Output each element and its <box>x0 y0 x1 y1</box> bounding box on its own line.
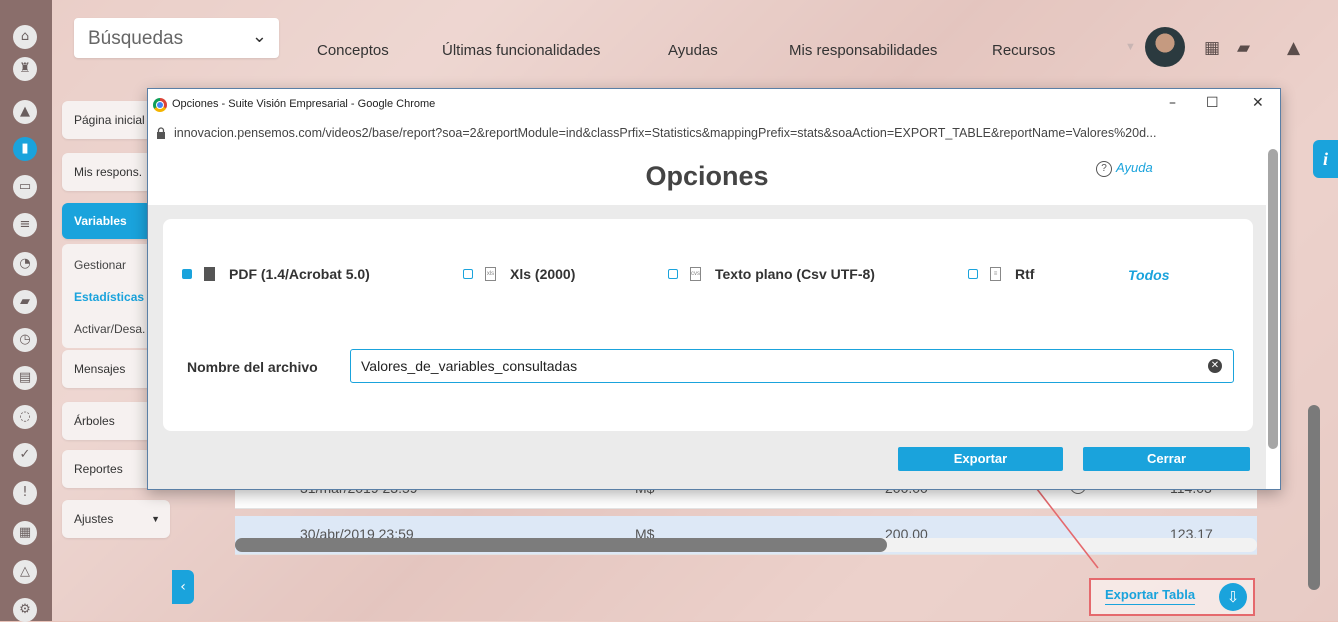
options-card: PDF (1.4/Acrobat 5.0) xls Xls (2000) cvs… <box>163 219 1253 431</box>
pie-icon[interactable]: ◔ <box>13 252 37 276</box>
home-icon[interactable]: ⌂ <box>13 25 37 49</box>
close-button[interactable]: Cerrar <box>1083 447 1250 471</box>
chrome-icon <box>153 98 167 112</box>
address-bar[interactable]: innovacion.pensemos.com/videos2/base/rep… <box>148 121 1280 147</box>
minimize-icon[interactable]: – <box>1169 95 1176 111</box>
help-link[interactable]: ? Ayuda <box>1096 160 1153 177</box>
triangle-network-icon[interactable]: △ <box>13 560 37 584</box>
pyramid-icon[interactable]: ▲ <box>13 100 37 124</box>
export-table-button[interactable]: Exportar Tabla ⇩ <box>1089 578 1255 616</box>
format-label-rtf: Rtf <box>1015 266 1035 282</box>
dialog-content: Opciones ? Ayuda PDF (1.4/Acrobat 5.0) xl… <box>148 147 1266 489</box>
format-label-xls: Xls (2000) <box>510 266 576 282</box>
check-icon[interactable]: ✓ <box>13 443 37 467</box>
sidebar-item-mensajes[interactable]: Mensajes <box>62 350 152 388</box>
warning-icon[interactable]: ! <box>13 481 37 505</box>
submenu-gestionar[interactable]: Gestionar <box>74 258 126 272</box>
nav-ultimas-funcionalidades[interactable]: Últimas funcionalidades <box>442 42 600 59</box>
cycle-icon[interactable]: ◌ <box>13 405 37 429</box>
books-icon[interactable]: ▰ <box>1237 38 1250 58</box>
dialog-header: Opciones ? Ayuda <box>148 147 1266 205</box>
nav-conceptos[interactable]: Conceptos <box>317 42 389 59</box>
checkbox-xls[interactable] <box>463 269 473 279</box>
tower-icon[interactable]: ♜ <box>13 57 37 81</box>
top-navigation: Búsquedas ⌄ Conceptos Últimas funcionali… <box>52 0 1338 90</box>
clock-icon[interactable]: ◷ <box>13 328 37 352</box>
chart-icon[interactable]: ▮ <box>13 137 37 161</box>
format-option-xls[interactable]: xls Xls (2000) <box>463 266 575 282</box>
list-icon[interactable]: ≡ <box>13 213 37 237</box>
maximize-icon[interactable]: ☐ <box>1206 95 1219 111</box>
recursos-caret-icon: ▼ <box>1125 41 1136 53</box>
sidebar-item-ajustes[interactable]: Ajustes ▼ <box>62 500 170 538</box>
checkbox-rtf[interactable] <box>968 269 978 279</box>
horizontal-scrollbar-thumb[interactable] <box>235 538 887 552</box>
popup-scrollbar[interactable] <box>1268 149 1278 449</box>
format-option-csv[interactable]: cvs Texto plano (Csv UTF-8) <box>668 266 875 282</box>
monitor-icon[interactable]: ▭ <box>13 175 37 199</box>
submenu-activar-desactivar[interactable]: Activar/Desa. <box>74 322 145 336</box>
collapse-sidebar-icon[interactable]: ‹ <box>172 570 194 604</box>
csv-file-icon: cvs <box>690 267 701 281</box>
xls-file-icon: xls <box>485 267 496 281</box>
select-all-link[interactable]: Todos <box>1128 267 1169 283</box>
filename-label: Nombre del archivo <box>187 359 318 375</box>
sidebar-item-arboles[interactable]: Árboles <box>62 402 152 440</box>
format-label-pdf: PDF (1.4/Acrobat 5.0) <box>229 266 370 282</box>
format-option-rtf[interactable]: ≡ Rtf <box>968 266 1034 282</box>
submenu-estadisticas[interactable]: Estadísticas <box>74 290 144 304</box>
folder-icon[interactable]: ▰ <box>13 290 37 314</box>
export-button[interactable]: Exportar <box>898 447 1063 471</box>
pdf-file-icon <box>204 267 215 281</box>
export-table-label: Exportar Tabla <box>1105 587 1196 605</box>
format-label-csv: Texto plano (Csv UTF-8) <box>715 266 875 282</box>
ajustes-label: Ajustes <box>74 512 114 526</box>
window-title: Opciones - Suite Visión Empresarial - Go… <box>172 98 436 110</box>
ajustes-caret-icon: ▼ <box>151 514 160 524</box>
document-icon[interactable]: ▤ <box>13 366 37 390</box>
window-titlebar: Opciones - Suite Visión Empresarial - Go… <box>148 89 1280 121</box>
options-popup-window: Opciones - Suite Visión Empresarial - Go… <box>147 88 1281 490</box>
sidebar-item-mis-respons[interactable]: Mis respons. <box>62 153 152 191</box>
filename-input[interactable] <box>350 349 1234 383</box>
chevron-down-icon: ⌄ <box>251 26 267 47</box>
checkbox-csv[interactable] <box>668 269 678 279</box>
nav-ayudas[interactable]: Ayudas <box>668 42 718 59</box>
question-icon: ? <box>1096 160 1112 177</box>
close-icon[interactable]: ✕ <box>1252 95 1264 111</box>
avatar[interactable] <box>1145 27 1185 67</box>
url-text: innovacion.pensemos.com/videos2/base/rep… <box>174 126 1157 140</box>
nav-recursos[interactable]: Recursos <box>992 42 1055 59</box>
calendar-icon[interactable]: ▦ <box>13 521 37 545</box>
icon-rail: ⌂ ♜ ▲ ▮ ▭ ≡ ◔ ▰ ◷ ▤ ◌ ✓ ! ▦ △ ⚙ <box>0 0 52 622</box>
sidebar-item-variables[interactable]: Variables <box>62 203 152 239</box>
gear-icon[interactable]: ⚙ <box>13 598 37 622</box>
nav-mis-responsabilidades[interactable]: Mis responsabilidades <box>789 42 937 59</box>
clear-input-icon[interactable]: ✕ <box>1208 359 1222 373</box>
format-option-pdf[interactable]: PDF (1.4/Acrobat 5.0) <box>182 266 370 282</box>
calendar-icon[interactable]: ▦ <box>1204 38 1220 58</box>
info-icon[interactable]: i <box>1313 140 1338 178</box>
rtf-file-icon: ≡ <box>990 267 1001 281</box>
search-dropdown[interactable]: Búsquedas ⌄ <box>74 18 279 58</box>
search-label: Búsquedas <box>88 28 184 49</box>
sidebar-item-reportes[interactable]: Reportes <box>62 450 152 488</box>
sidebar-item-pagina-inicial[interactable]: Página inicial <box>62 101 152 139</box>
lock-icon <box>157 127 165 139</box>
checkbox-pdf[interactable] <box>182 269 192 279</box>
bell-icon[interactable]: ▲ <box>1287 38 1300 58</box>
help-label: Ayuda <box>1116 160 1153 175</box>
download-icon: ⇩ <box>1219 583 1247 611</box>
page-scrollbar[interactable] <box>1308 405 1320 590</box>
